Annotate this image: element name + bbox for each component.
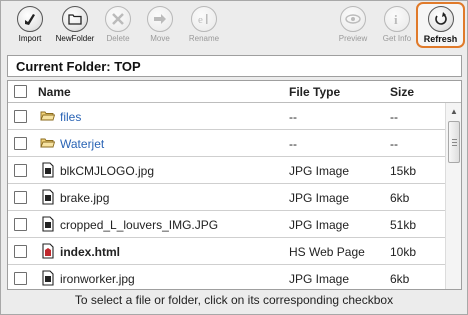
info-icon: i [384, 6, 410, 32]
table-row: ironworker.jpg JPG Image 6kb [8, 265, 445, 289]
file-type: -- [289, 110, 297, 124]
document-icon [42, 189, 54, 205]
new-folder-icon [62, 6, 88, 32]
file-type: -- [289, 137, 297, 151]
file-name[interactable]: brake.jpg [60, 191, 109, 205]
import-icon [17, 6, 43, 32]
column-header-file-type[interactable]: File Type [289, 85, 340, 99]
table-row: files -- -- [8, 103, 445, 130]
file-size: -- [390, 110, 398, 124]
row-checkbox[interactable] [14, 110, 27, 123]
delete-icon [105, 6, 131, 32]
vertical-scrollbar[interactable]: ▲ [445, 103, 461, 289]
file-type: JPG Image [289, 164, 350, 178]
table-row: Waterjet -- -- [8, 130, 445, 157]
folder-icon [40, 111, 55, 121]
file-size: 6kb [390, 272, 410, 286]
file-size: 15kb [390, 164, 417, 178]
file-manager-window: Import NewFolder Delete Move e Rename Pr… [0, 0, 468, 315]
row-checkbox[interactable] [14, 272, 27, 285]
file-size: -- [390, 137, 398, 151]
file-name[interactable]: blkCMJLOGO.jpg [60, 164, 154, 178]
file-name[interactable]: index.html [60, 245, 120, 259]
current-folder-label: Current Folder: TOP [7, 55, 462, 77]
move-button[interactable]: Move [135, 4, 185, 48]
move-icon [147, 6, 173, 32]
row-checkbox[interactable] [14, 164, 27, 177]
file-size: 51kb [390, 218, 417, 232]
rename-icon: e [191, 6, 217, 32]
refresh-button[interactable]: Refresh [416, 2, 465, 48]
file-size: 6kb [390, 191, 410, 205]
document-icon [42, 216, 54, 232]
svg-text:e: e [198, 14, 203, 26]
column-header-size[interactable]: Size [390, 85, 414, 99]
table-header: Name File Type Size [8, 81, 461, 103]
preview-button[interactable]: Preview [328, 4, 378, 48]
table-row: cropped_L_louvers_IMG.JPG JPG Image 51kb [8, 211, 445, 238]
file-name[interactable]: cropped_L_louvers_IMG.JPG [60, 218, 218, 232]
file-type: HS Web Page [289, 245, 365, 259]
import-button[interactable]: Import [5, 4, 55, 48]
rename-button[interactable]: e Rename [179, 4, 229, 48]
table-row: blkCMJLOGO.jpg JPG Image 15kb [8, 157, 445, 184]
file-name-link[interactable]: Waterjet [60, 137, 104, 151]
document-icon [42, 270, 54, 286]
preview-icon [340, 6, 366, 32]
row-checkbox[interactable] [14, 245, 27, 258]
column-header-name[interactable]: Name [38, 85, 71, 99]
select-all-checkbox[interactable] [14, 85, 27, 98]
scrollbar-thumb[interactable] [448, 121, 460, 163]
file-name-link[interactable]: files [60, 110, 81, 124]
file-type: JPG Image [289, 218, 350, 232]
scroll-up-arrow-icon[interactable]: ▲ [446, 104, 461, 119]
table-row: index.html HS Web Page 10kb [8, 238, 445, 265]
file-list: Name File Type Size files -- -- Waterjet… [7, 80, 462, 290]
get-info-button[interactable]: i Get Info [372, 4, 422, 48]
row-checkbox[interactable] [14, 191, 27, 204]
row-checkbox[interactable] [14, 137, 27, 150]
folder-icon [40, 138, 55, 148]
selection-hint: To select a file or folder, click on its… [74, 293, 394, 307]
html-page-icon [42, 243, 54, 259]
refresh-icon [427, 6, 454, 32]
toolbar: Import NewFolder Delete Move e Rename Pr… [1, 1, 467, 51]
file-size: 10kb [390, 245, 417, 259]
file-type: JPG Image [289, 272, 350, 286]
file-type: JPG Image [289, 191, 350, 205]
table-row: brake.jpg JPG Image 6kb [8, 184, 445, 211]
file-name[interactable]: ironworker.jpg [60, 272, 135, 286]
svg-text:i: i [394, 12, 398, 27]
document-icon [42, 162, 54, 178]
row-checkbox[interactable] [14, 218, 27, 231]
